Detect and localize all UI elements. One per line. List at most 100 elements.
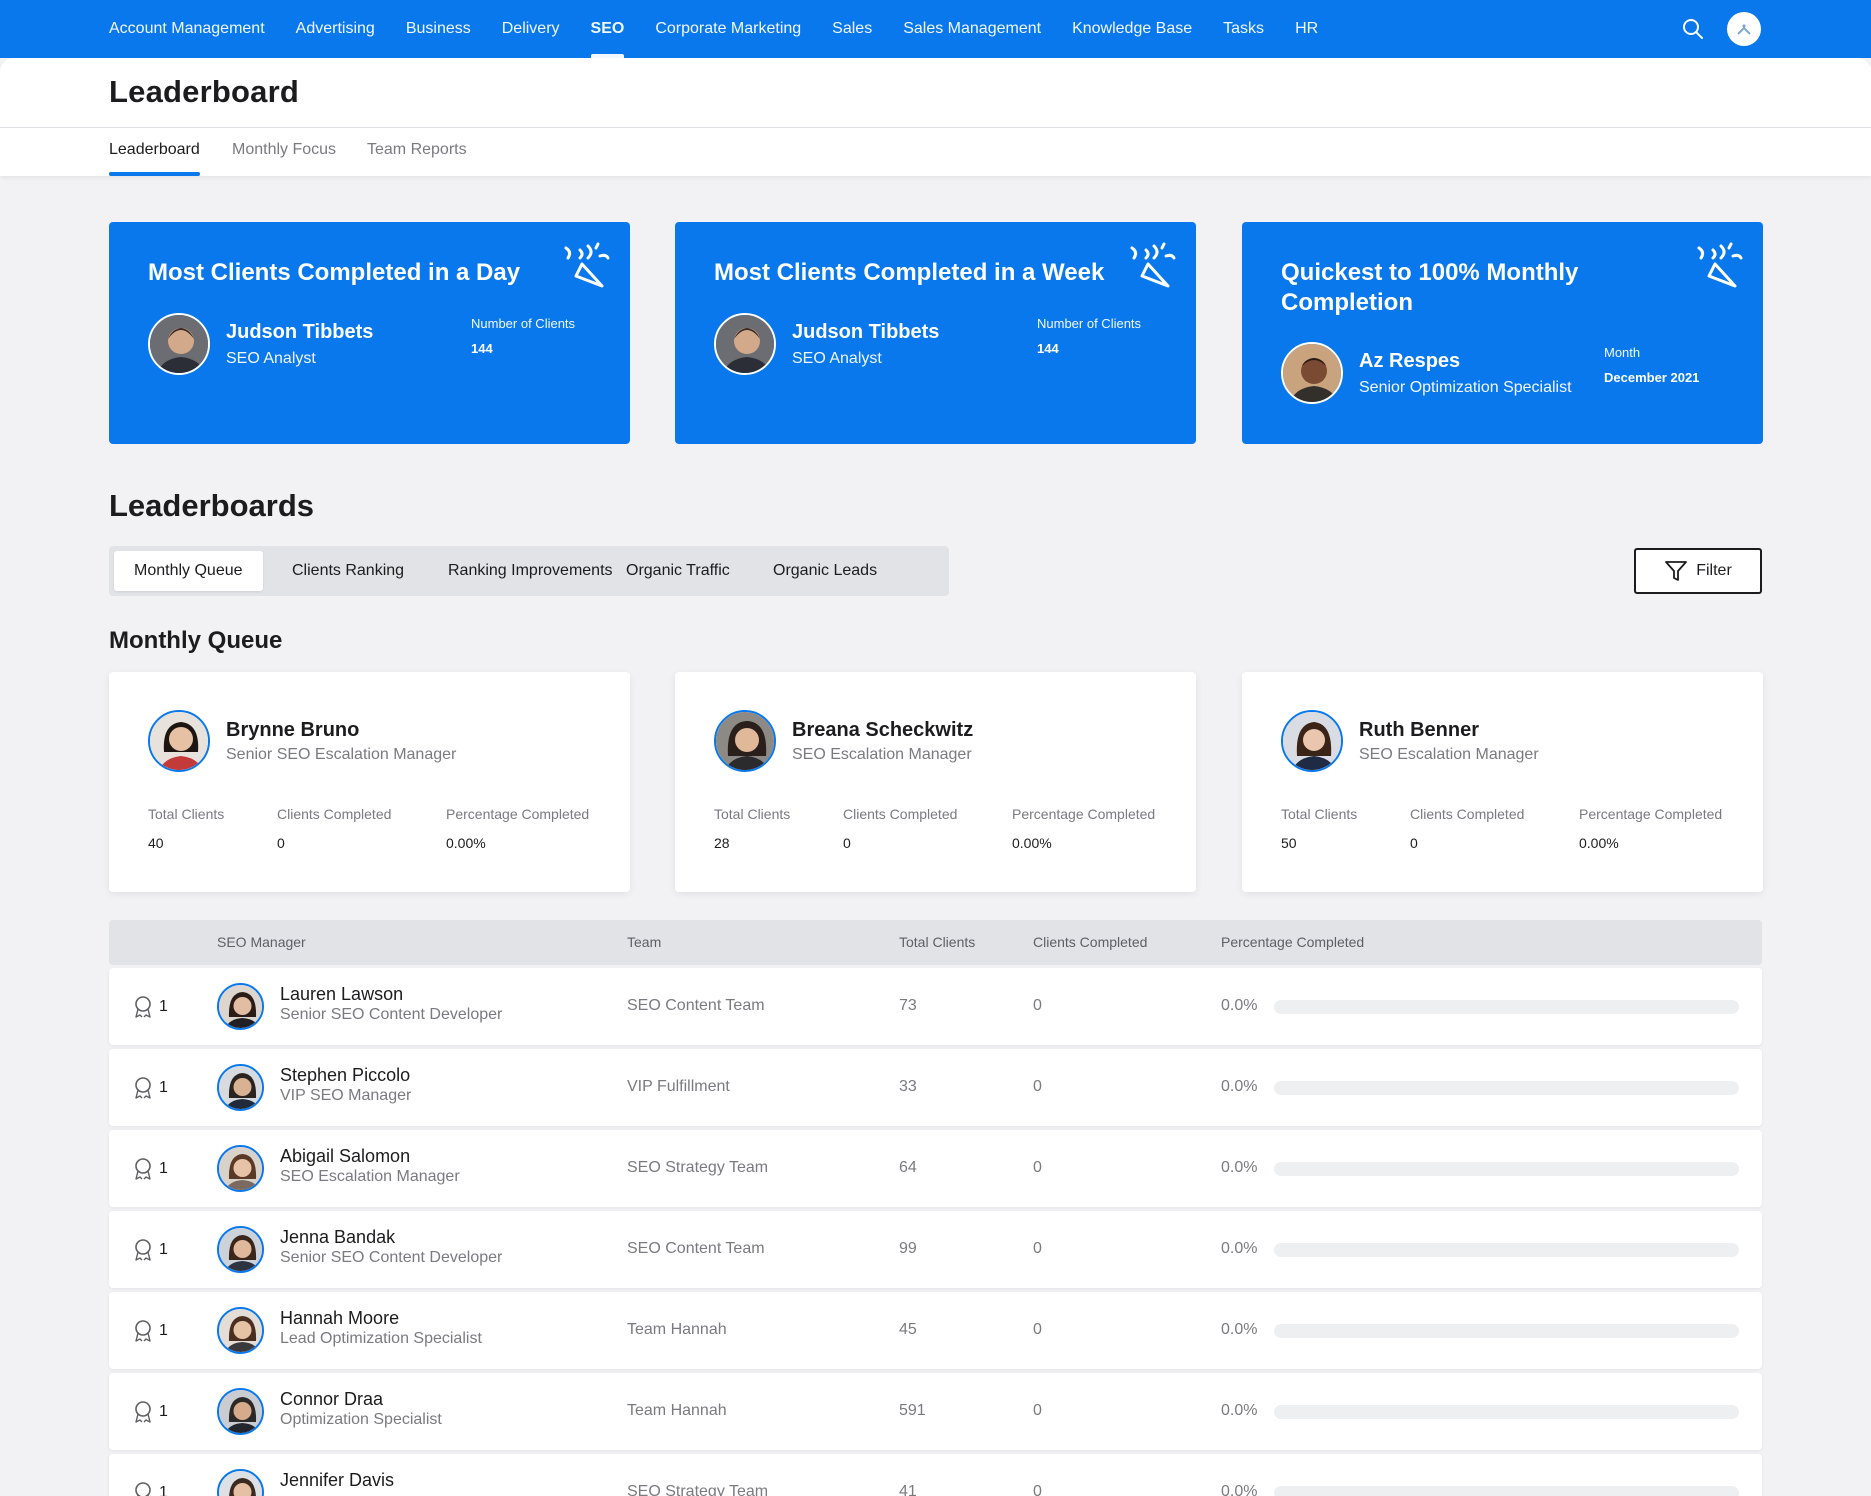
award-stat: Number of Clients 144 [471, 316, 575, 356]
stat-value: 28 [714, 835, 730, 851]
nav-item-seo[interactable]: SEO [590, 0, 624, 58]
award-stat-value: 144 [471, 341, 493, 356]
stat-value: 50 [1281, 835, 1297, 851]
nav-item-hr[interactable]: HR [1295, 0, 1318, 58]
manager-name: Lauren Lawson [280, 984, 404, 1004]
team-cell: SEO Strategy Team [627, 1159, 769, 1176]
award-ribbon-icon [135, 1482, 151, 1496]
award-stat-label: Month [1604, 345, 1641, 360]
total-clients-cell: 45 [899, 1321, 917, 1338]
stat-label: Clients Completed [277, 806, 392, 822]
table-row[interactable]: 1 Hannah Moore Lead Optimization Special… [109, 1292, 1762, 1369]
table-row[interactable]: 1 Abigail Salomon SEO Escalation Manager… [109, 1130, 1762, 1207]
stat-value: 0 [277, 835, 285, 851]
rank: 1 [133, 1157, 168, 1181]
clients-completed-cell: 0 [1033, 1402, 1042, 1419]
avatar [714, 313, 776, 375]
tab-monthly-queue[interactable]: Monthly Queue [114, 551, 263, 591]
avatar [217, 1145, 264, 1192]
progress-bar [1274, 1162, 1739, 1176]
award-person-role: SEO Analyst [226, 349, 316, 367]
progress-bar [1274, 1081, 1739, 1095]
queue-card-role: SEO Escalation Manager [1359, 746, 1539, 763]
filter-button[interactable]: Filter [1634, 548, 1762, 594]
tab-ranking-improvements[interactable]: Ranking Improvements [428, 551, 633, 591]
manager-name: Stephen Piccolo [280, 1065, 411, 1085]
rank-number: 1 [159, 1322, 168, 1339]
queue-card-name: Breana Scheckwitz [792, 719, 974, 741]
table-row[interactable]: 1 Lauren Lawson Senior SEO Content Devel… [109, 968, 1762, 1045]
award-ribbon-icon [135, 1077, 151, 1099]
user-avatar-icon [1737, 24, 1751, 35]
tab-monthly-focus[interactable]: Monthly Focus [232, 141, 336, 176]
award-ribbon-icon [135, 1320, 151, 1342]
nav-item-sales-management[interactable]: Sales Management [903, 0, 1041, 58]
award-stat-value: December 2021 [1604, 370, 1700, 385]
nav-item-business[interactable]: Business [406, 0, 471, 58]
award-person-name: Az Respes [1359, 349, 1461, 372]
award-stat-label: Number of Clients [471, 316, 576, 331]
column-header-clients-completed[interactable]: Clients Completed [1033, 934, 1147, 950]
tab-leaderboard[interactable]: Leaderboard [109, 141, 200, 176]
stat-label: Total Clients [1281, 806, 1358, 822]
percentage-completed-stat: Percentage Completed 0.00% [446, 806, 589, 851]
progress-bar [1274, 1405, 1739, 1419]
clients-completed-cell: 0 [1033, 1159, 1042, 1176]
user-avatar-button[interactable] [1727, 12, 1761, 46]
total-clients-cell: 64 [899, 1159, 917, 1176]
stat-label: Percentage Completed [1579, 806, 1723, 822]
total-clients-cell: 41 [899, 1483, 917, 1496]
column-header-total-clients[interactable]: Total Clients [899, 934, 975, 950]
avatar [217, 1469, 264, 1496]
column-header-team[interactable]: Team [627, 934, 661, 950]
queue-card[interactable]: Ruth Benner SEO Escalation Manager Total… [1242, 672, 1763, 892]
table-row[interactable]: 1 Stephen Piccolo VIP SEO Manager VIP Fu… [109, 1049, 1762, 1126]
nav-item-delivery[interactable]: Delivery [502, 0, 560, 58]
queue-card[interactable]: Breana Scheckwitz SEO Escalation Manager… [675, 672, 1196, 892]
nav-item-tasks[interactable]: Tasks [1223, 0, 1264, 58]
percentage-completed-cell: 0.0% [1221, 1159, 1258, 1176]
manager-role: VIP SEO Manager [280, 1087, 412, 1104]
nav-item-account-management[interactable]: Account Management [109, 0, 265, 58]
nav-item-knowledge-base[interactable]: Knowledge Base [1072, 0, 1192, 58]
rank: 1 [133, 1481, 168, 1496]
column-header-percentage-completed[interactable]: Percentage Completed [1221, 934, 1364, 950]
progress-bar [1274, 1000, 1739, 1014]
stat-value: 0.00% [446, 835, 486, 851]
table-row[interactable]: 1 Connor Draa Optimization Specialist Te… [109, 1373, 1762, 1450]
clients-completed-stat: Clients Completed 0 [277, 806, 391, 851]
stat-label: Clients Completed [1410, 806, 1525, 822]
clients-completed-cell: 0 [1033, 1483, 1042, 1496]
nav-item-corporate-marketing[interactable]: Corporate Marketing [655, 0, 801, 58]
award-ribbon-icon [135, 1401, 151, 1423]
total-clients-stat: Total Clients 40 [148, 806, 224, 851]
tab-clients-ranking[interactable]: Clients Ranking [272, 551, 424, 591]
filter-label: Filter [1696, 562, 1732, 579]
rank: 1 [133, 1319, 168, 1343]
queue-card[interactable]: Brynne Bruno Senior SEO Escalation Manag… [109, 672, 630, 892]
team-cell: SEO Content Team [627, 997, 765, 1014]
rank: 1 [133, 1076, 168, 1100]
column-header-seo-manager[interactable]: SEO Manager [217, 934, 306, 950]
table-row[interactable]: 1 Jenna Bandak Senior SEO Content Develo… [109, 1211, 1762, 1288]
table-row[interactable]: 1 Jennifer Davis SEO Strategy Team 41 0 … [109, 1454, 1762, 1496]
avatar [217, 1307, 264, 1354]
team-cell: Team Hannah [627, 1321, 727, 1338]
search-icon[interactable] [1682, 18, 1704, 40]
progress-bar [1274, 1324, 1739, 1338]
nav-item-sales[interactable]: Sales [832, 0, 872, 58]
stat-value: 0 [843, 835, 851, 851]
rank: 1 [133, 1400, 168, 1424]
award-ribbon-icon [135, 1158, 151, 1180]
award-person: Judson Tibbets SEO Analyst [714, 313, 939, 375]
avatar [1281, 710, 1343, 772]
award-card-monthly-completion: Quickest to 100% Monthly Completion Az R… [1242, 222, 1763, 444]
tab-team-reports[interactable]: Team Reports [367, 141, 467, 176]
manager-role: Senior SEO Content Developer [280, 1006, 503, 1023]
tab-organic-traffic[interactable]: Organic Traffic [606, 551, 750, 591]
party-popper-icon [1697, 242, 1743, 288]
team-cell: Team Hannah [627, 1402, 727, 1419]
tab-organic-leads[interactable]: Organic Leads [753, 551, 897, 591]
manager-name: Hannah Moore [280, 1308, 400, 1328]
nav-item-advertising[interactable]: Advertising [296, 0, 375, 58]
